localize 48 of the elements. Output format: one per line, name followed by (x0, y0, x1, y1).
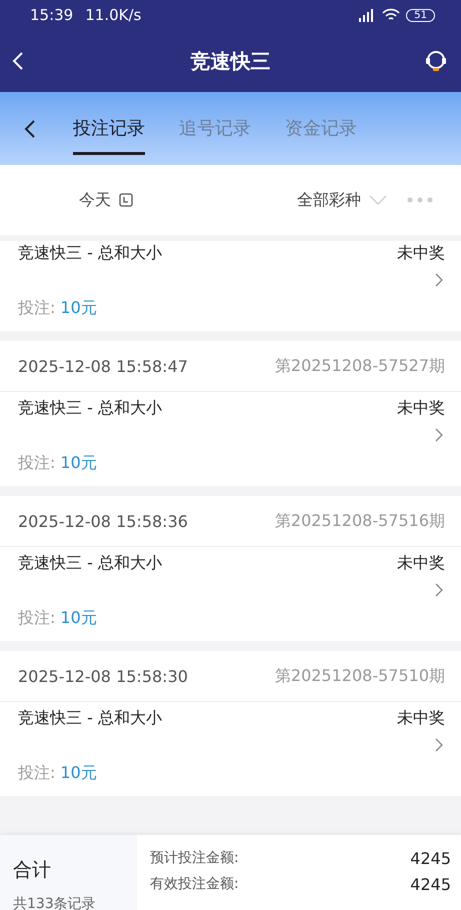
summary-value: 4245 (410, 874, 451, 894)
chevron-down-icon (369, 195, 387, 205)
game-name: 竞速快三 - 总和大小 (18, 708, 162, 728)
back-icon[interactable] (24, 120, 36, 138)
record-count: 共133条记录 (13, 895, 97, 910)
lottery-filter[interactable]: 全部彩种 (297, 190, 387, 210)
date-filter[interactable]: 今天 (79, 190, 133, 210)
wifi-icon (382, 8, 400, 22)
bet-amount: 10元 (60, 762, 97, 784)
bet-label: 投注: (18, 608, 56, 628)
chevron-right-icon (435, 273, 443, 287)
calendar-icon (119, 193, 133, 207)
status-time: 15:39 (30, 6, 74, 24)
bet-time: 2025-12-08 15:58:30 (18, 666, 188, 686)
chevron-right-icon (435, 428, 443, 442)
bet-amount: 10元 (60, 608, 97, 628)
game-name: 竞速快三 - 总和大小 (18, 552, 162, 574)
summary-label: 预计投注金额: (150, 849, 239, 867)
network-speed: 11.0K/s (85, 6, 142, 24)
game-name: 竞速快三 - 总和大小 (18, 242, 162, 264)
bet-label: 投注: (18, 298, 56, 318)
summary-title: 合计 (13, 858, 52, 883)
bet-label: 投注: (18, 452, 56, 474)
result-status: 未中奖 (397, 398, 445, 418)
chevron-right-icon (435, 738, 443, 752)
bet-amount: 10元 (60, 298, 97, 318)
summary-value: 4245 (410, 848, 451, 868)
result-status: 未中奖 (397, 708, 445, 728)
bet-time: 2025-12-08 15:58:47 (18, 356, 188, 376)
battery-indicator: 51 (406, 8, 435, 22)
period-number: 第20251208-57527期 (274, 356, 445, 376)
record-card[interactable]: 2025-12-08 15:58:30 第20251208-57510期 竞速快三 - 总和大小 未中奖 投注: 10元 (0, 651, 461, 796)
result-status: 未中奖 (397, 552, 445, 574)
page-title: 竞速快三 (190, 48, 270, 74)
summary-label: 有效投注金额: (150, 875, 239, 893)
record-card[interactable]: 2025-12-08 15:58:47 第20251208-57527期 竞速快三 - 总和大小 未中奖 投注: 10元 (0, 341, 461, 486)
period-number: 第20251208-57516期 (274, 510, 445, 532)
period-number: 第20251208-57510期 (274, 666, 445, 686)
record-card[interactable]: 竞速快三 - 总和大小 未中奖 投注: 10元 (0, 241, 461, 331)
headset-icon[interactable] (424, 49, 448, 73)
game-name: 竞速快三 - 总和大小 (18, 398, 162, 418)
bet-label: 投注: (18, 762, 56, 784)
tab[interactable]: 投注记录 (73, 102, 145, 155)
bet-amount: 10元 (60, 452, 97, 474)
result-status: 未中奖 (397, 242, 445, 264)
record-card[interactable]: 2025-12-08 15:58:36 第20251208-57516期 竞速快三 - 总和大小 未中奖 投注: 10元 (0, 496, 461, 641)
bet-time: 2025-12-08 15:58:36 (18, 512, 188, 530)
chevron-right-icon (435, 583, 443, 597)
